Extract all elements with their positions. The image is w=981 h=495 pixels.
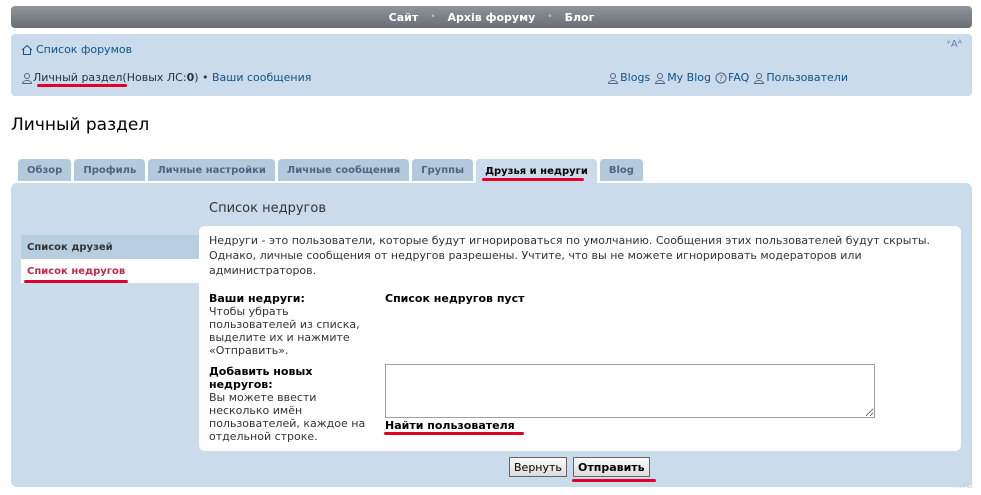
font-size-toggle[interactable]: ᵛAᴬ (947, 39, 962, 50)
foes-field: Ваши недруги: Чтобы убрать пользователей… (209, 292, 374, 357)
highlight-underline (24, 280, 128, 283)
highlight-underline (384, 432, 524, 435)
blogs-label: Blogs (620, 71, 651, 84)
forum-index-link[interactable]: Список форумов (36, 43, 132, 56)
side-item-friends[interactable]: Список друзей (21, 235, 209, 259)
watermark: …ru (952, 480, 973, 491)
add-foes-help: Вы можете ввести несколько имён пользова… (209, 391, 366, 443)
my-blog-icon (655, 72, 666, 84)
svg-text:?: ? (719, 74, 723, 83)
faq-icon: ? (715, 72, 727, 83)
header-box: Список форумов ᵛAᴬ Личный раздел (Новых … (11, 34, 972, 96)
tab-groups[interactable]: Группы (412, 159, 474, 181)
page-title: Личный раздел (11, 115, 150, 135)
side-menu: Список друзей Список недругов (21, 235, 209, 283)
tab-blog[interactable]: Blog (599, 159, 643, 181)
members-icon (754, 72, 765, 84)
faq-link[interactable]: ? FAQ (715, 71, 749, 84)
faq-label: FAQ (728, 71, 750, 84)
add-foes-textarea[interactable] (385, 364, 875, 418)
user-icon (21, 72, 33, 84)
new-pm-prefix: (Новых ЛС: (122, 71, 187, 84)
blogs-link[interactable]: Blogs (607, 71, 650, 84)
highlight-underline (482, 178, 584, 181)
my-blog-link[interactable]: My Blog (654, 71, 711, 84)
topnav-blog[interactable]: Блог (553, 11, 607, 24)
tab-private-messages[interactable]: Личные сообщения (277, 159, 410, 181)
reset-button[interactable]: Вернуть (509, 457, 567, 477)
new-pm-count: 0 (186, 71, 195, 84)
topnav-site[interactable]: Сайт (377, 11, 431, 24)
members-label: Пользователи (766, 71, 848, 84)
highlight-underline (572, 479, 656, 482)
content-box: Недруги - это пользователи, которые буду… (199, 226, 961, 451)
bullet-separator: • (198, 71, 212, 84)
foes-label: Ваши недруги: (209, 292, 305, 305)
add-foes-label: Добавить новых недругов: (209, 365, 313, 391)
tab-preferences[interactable]: Личные настройки (148, 159, 275, 181)
panel-title: Список недругов (209, 201, 326, 216)
top-navbar: Сайт • Архів форуму • Блог (11, 6, 972, 28)
add-foes-field: Добавить новых недругов: Вы можете ввест… (209, 365, 374, 443)
tab-overview[interactable]: Обзор (18, 159, 72, 181)
blogs-icon (608, 72, 619, 84)
highlight-underline (37, 84, 127, 87)
foes-help: Чтобы убрать пользователей из списка, вы… (209, 305, 360, 357)
submit-button[interactable]: Отправить (573, 457, 650, 477)
home-icon (21, 44, 33, 55)
topnav-archive[interactable]: Архів форуму (436, 11, 548, 24)
user-nav: Личный раздел (Новых ЛС: 0 ) • Ваши сооб… (21, 71, 311, 84)
breadcrumb: Список форумов (21, 43, 132, 56)
your-posts-link[interactable]: Ваши сообщения (212, 71, 311, 84)
header-right-links: Blogs My Blog ? FAQ Пользователи (607, 71, 848, 84)
foes-empty-text: Список недругов пуст (385, 292, 525, 305)
find-member-link[interactable]: Найти пользователя (385, 419, 515, 432)
main-panel: Список недругов Список друзей Список нед… (11, 183, 972, 487)
foes-description: Недруги - это пользователи, которые буду… (209, 234, 931, 277)
tab-profile[interactable]: Профиль (74, 159, 146, 181)
ucp-link[interactable]: Личный раздел (33, 71, 122, 84)
members-link[interactable]: Пользователи (753, 71, 848, 84)
my-blog-label: My Blog (667, 71, 711, 84)
